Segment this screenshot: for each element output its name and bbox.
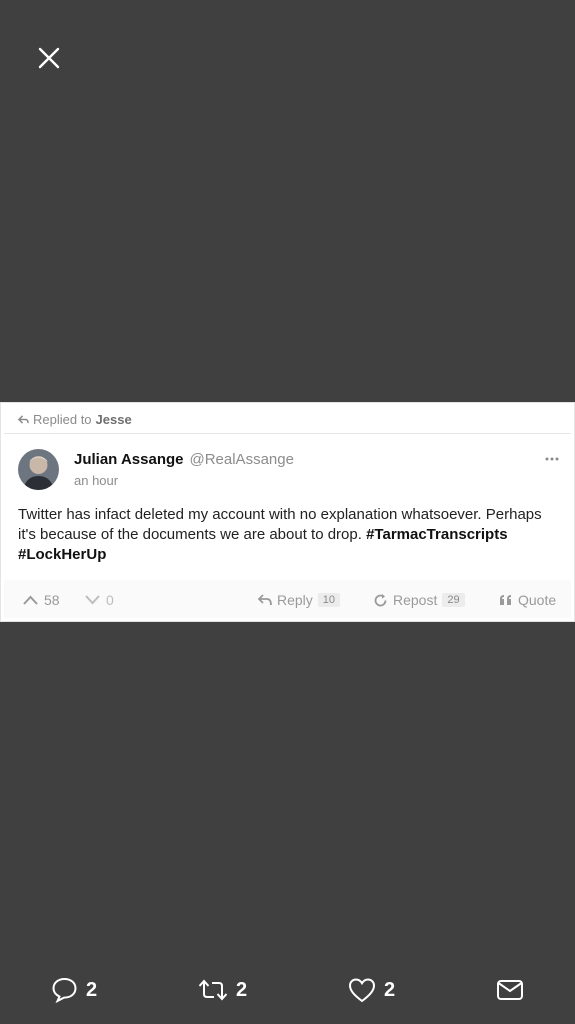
like-count-button[interactable]: 2 (348, 976, 395, 1004)
replied-prefix: Replied to (33, 411, 92, 427)
quote-icon (500, 595, 511, 605)
repost-label: Repost (393, 592, 438, 608)
author-line: Julian Assange @RealAssange (74, 451, 294, 468)
upvote-button[interactable]: 58 (22, 592, 60, 608)
more-options-button[interactable] (545, 454, 559, 464)
chevron-up-icon (23, 595, 38, 605)
hashtag-link[interactable]: #LockHerUp (18, 546, 106, 563)
envelope-icon (497, 980, 523, 1000)
quote-button[interactable]: Quote (499, 592, 556, 608)
heart-icon (348, 978, 376, 1003)
quote-label: Quote (518, 592, 557, 608)
chevron-down-icon (85, 595, 100, 605)
hashtag-link[interactable]: #TarmacTranscripts (366, 526, 507, 543)
divider (4, 433, 571, 434)
like-count: 2 (384, 978, 396, 1001)
replied-to-user[interactable]: Jesse (96, 412, 132, 427)
replied-to-line[interactable]: Replied to Jesse (18, 411, 132, 427)
repost-icon (374, 593, 387, 606)
close-button[interactable] (36, 45, 62, 71)
repost-count-badge: 29 (442, 593, 465, 607)
speech-bubble-icon (52, 977, 77, 1003)
reply-count-badge: 10 (317, 593, 341, 607)
retweet-count: 2 (236, 978, 248, 1001)
avatar-image (18, 449, 59, 490)
upvote-count: 58 (44, 592, 60, 608)
repost-button[interactable]: Repost 29 (373, 592, 465, 608)
author-handle[interactable]: @RealAssange (189, 451, 293, 468)
downvote-button[interactable]: 0 (84, 592, 114, 608)
retweet-icon (198, 979, 228, 1001)
post-timestamp: an hour (74, 473, 119, 488)
reply-icon (258, 594, 272, 606)
reply-count-button[interactable]: 2 (51, 976, 97, 1004)
author-name[interactable]: Julian Assange (74, 451, 183, 468)
direct-message-button[interactable] (496, 976, 524, 1004)
reply-arrow-icon (18, 414, 29, 424)
reply-count: 2 (86, 978, 98, 1001)
retweet-count-button[interactable]: 2 (198, 976, 247, 1004)
more-dots-icon (545, 457, 559, 461)
post-body: Twitter has infact deleted my account wi… (18, 505, 558, 565)
reply-label: Reply (277, 592, 313, 608)
avatar[interactable] (18, 449, 59, 490)
reply-button[interactable]: Reply 10 (258, 592, 341, 608)
close-icon (38, 47, 60, 69)
downvote-count: 0 (106, 592, 114, 608)
